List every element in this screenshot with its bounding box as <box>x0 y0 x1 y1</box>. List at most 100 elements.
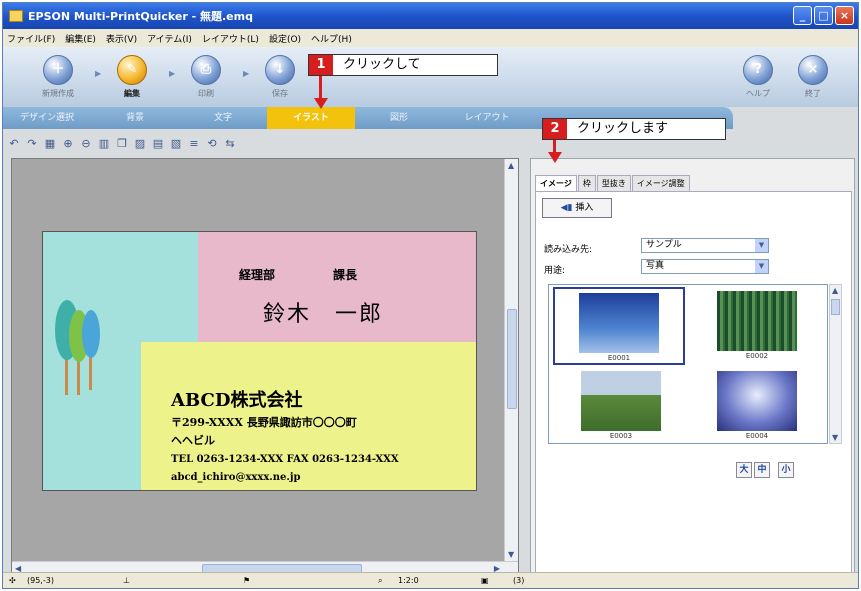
tab-illustration[interactable]: イラスト <box>267 107 355 129</box>
image-gallery: E0001 E0002 E0003 E0004 <box>548 284 828 444</box>
tab-image-adjust[interactable]: イメージ調整 <box>631 175 690 191</box>
image-thumb-e0002[interactable]: E0002 <box>691 287 823 365</box>
tab-image[interactable]: イメージ <box>535 175 577 191</box>
front-icon[interactable]: ▤ <box>151 137 165 151</box>
card-building[interactable]: ヘヘビル <box>171 432 215 448</box>
callout-1: 1 クリックして <box>308 54 498 76</box>
step-arrow-icon: ▶ <box>243 69 250 78</box>
card-address[interactable]: 〒299-XXXX 長野県諏訪市〇〇〇町 <box>171 414 357 430</box>
rotate-icon[interactable]: ⟲ <box>205 137 219 151</box>
scroll-up-icon[interactable]: ▲ <box>508 161 514 170</box>
menu-settings[interactable]: 設定(O) <box>269 32 301 45</box>
callout-2-arrow-icon <box>548 152 562 163</box>
save-button[interactable]: ↓ 保存 <box>255 55 305 99</box>
canvas-vertical-scrollbar[interactable]: ▲ ▼ <box>504 159 518 575</box>
canvas-vscroll-thumb[interactable] <box>507 309 517 409</box>
source-label: 読み込み先: <box>544 245 593 255</box>
print-icon: ⎙ <box>191 55 221 85</box>
window-title: EPSON Multi-PrintQuicker - 無題.emq <box>28 10 253 23</box>
help-button[interactable]: ? ヘルプ <box>733 55 783 99</box>
size-medium-button[interactable]: 中 <box>754 462 770 478</box>
new-button[interactable]: ＋ 新規作成 <box>33 55 83 99</box>
close-button[interactable]: × <box>835 6 854 25</box>
tab-cutout[interactable]: 型抜き <box>596 175 631 191</box>
minimize-button[interactable]: _ <box>793 6 812 25</box>
tab-text[interactable]: 文字 <box>179 107 267 129</box>
menu-edit[interactable]: 編集(E) <box>65 32 96 45</box>
canvas-area[interactable]: 経理部 課長 鈴木 一郎 ABCD株式会社 〒299-XXXX 長野県諏訪市〇〇… <box>11 158 519 576</box>
tab-design[interactable]: デザイン選択 <box>3 107 91 129</box>
card-email[interactable]: abcd_ichiro@xxxx.ne.jp <box>171 472 301 483</box>
scroll-down-icon[interactable]: ▼ <box>832 433 838 442</box>
insert-button[interactable]: ◀▮ 挿入 <box>542 198 612 218</box>
back-icon[interactable]: ▧ <box>169 137 183 151</box>
edit-icon-bar: ↶ ↷ ▦ ⊕ ⊖ ▥ ❐ ▨ ▤ ▧ ≡ ⟲ ⇆ <box>3 133 523 155</box>
copy-icon[interactable]: ❐ <box>115 137 129 151</box>
edit-button[interactable]: ✎ 編集 <box>107 55 157 99</box>
grid-icon[interactable]: ▦ <box>43 137 57 151</box>
menu-help[interactable]: ヘルプ(H) <box>311 32 352 45</box>
card-position[interactable]: 課長 <box>333 266 357 283</box>
step-arrow-icon: ▶ <box>95 69 102 78</box>
new-icon: ＋ <box>43 55 73 85</box>
chevron-down-icon[interactable]: ▼ <box>755 260 768 273</box>
pin-icon: ⊥ <box>123 576 130 585</box>
gallery-scrollbar[interactable]: ▲ ▼ <box>829 284 842 444</box>
tree-illustration-icon[interactable] <box>51 290 111 400</box>
redo-icon[interactable]: ↷ <box>25 137 39 151</box>
app-window: EPSON Multi-PrintQuicker - 無題.emq _ □ × … <box>2 2 859 589</box>
flip-icon[interactable]: ⇆ <box>223 137 237 151</box>
print-button[interactable]: ⎙ 印刷 <box>181 55 231 99</box>
callout-2: 2 クリックします <box>542 118 726 140</box>
status-bar: ✣ (95,-3) ⊥ ⚑ ⌕ 1:2:0 ▣ (3) <box>3 572 858 588</box>
card-department[interactable]: 経理部 <box>239 266 275 283</box>
chevron-down-icon[interactable]: ▼ <box>755 239 768 252</box>
zoom-icon: ⌕ <box>378 576 383 585</box>
undo-icon[interactable]: ↶ <box>7 137 21 151</box>
image-panel: イメージ 枠 型抜き イメージ調整 ◀▮ 挿入 読み込み先: サンプル ▼ 用途… <box>530 158 855 576</box>
callout-1-line <box>319 76 322 100</box>
source-select[interactable]: サンプル ▼ <box>641 238 769 253</box>
callout-1-arrow-icon <box>314 98 328 109</box>
menu-file[interactable]: ファイル(F) <box>7 32 55 45</box>
image-panel-body: ◀▮ 挿入 読み込み先: サンプル ▼ 用途: 写真 ▼ E0001 E0002… <box>535 191 852 573</box>
align-icon[interactable]: ≡ <box>187 137 201 151</box>
zoom-in-icon[interactable]: ⊕ <box>61 137 75 151</box>
card-company[interactable]: ABCD株式会社 <box>171 386 302 412</box>
insert-icon: ◀▮ <box>560 203 573 213</box>
card-name[interactable]: 鈴木 一郎 <box>263 296 383 328</box>
use-select[interactable]: 写真 ▼ <box>641 259 769 274</box>
status-page: (3) <box>513 576 525 585</box>
image-thumb-e0001[interactable]: E0001 <box>553 287 685 365</box>
size-large-button[interactable]: 大 <box>736 462 752 478</box>
edit-icon: ✎ <box>117 55 147 85</box>
gallery-scroll-thumb[interactable] <box>831 299 840 315</box>
menu-item[interactable]: アイテム(I) <box>147 32 192 45</box>
tab-layout[interactable]: レイアウト <box>443 107 531 129</box>
status-position: (95,-3) <box>27 576 54 585</box>
image-panel-tabs: イメージ 枠 型抜き イメージ調整 <box>535 175 691 191</box>
menu-layout[interactable]: レイアウト(L) <box>202 32 259 45</box>
scroll-up-icon[interactable]: ▲ <box>832 286 838 295</box>
use-label: 用途: <box>544 266 566 276</box>
paste-icon[interactable]: ▨ <box>133 137 147 151</box>
maximize-button[interactable]: □ <box>814 6 833 25</box>
step-arrow-icon: ▶ <box>169 69 176 78</box>
menu-view[interactable]: 表示(V) <box>106 32 137 45</box>
business-card[interactable]: 経理部 課長 鈴木 一郎 ABCD株式会社 〒299-XXXX 長野県諏訪市〇〇… <box>42 231 477 491</box>
flag-icon: ⚑ <box>243 576 251 585</box>
menu-bar: ファイル(F) 編集(E) 表示(V) アイテム(I) レイアウト(L) 設定(… <box>3 29 858 47</box>
image-thumb-e0003[interactable]: E0003 <box>555 367 687 445</box>
tab-background[interactable]: 背景 <box>91 107 179 129</box>
card-phone[interactable]: TEL 0263-1234-XXX FAX 0263-1234-XXX <box>171 454 399 465</box>
delete-icon[interactable]: ▥ <box>97 137 111 151</box>
size-small-button[interactable]: 小 <box>778 462 794 478</box>
tab-shape[interactable]: 図形 <box>355 107 443 129</box>
zoom-out-icon[interactable]: ⊖ <box>79 137 93 151</box>
tab-frame[interactable]: 枠 <box>577 175 596 191</box>
page-icon: ▣ <box>481 576 489 585</box>
scroll-down-icon[interactable]: ▼ <box>508 550 514 559</box>
image-thumb-e0004[interactable]: E0004 <box>691 367 823 445</box>
exit-icon: × <box>798 55 828 85</box>
exit-button[interactable]: × 終了 <box>788 55 838 99</box>
